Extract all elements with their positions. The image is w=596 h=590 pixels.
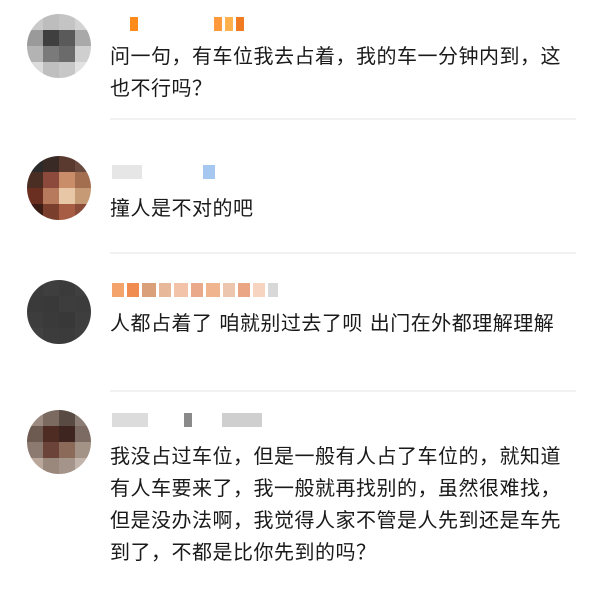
- avatar[interactable]: [27, 280, 91, 344]
- avatar[interactable]: [27, 156, 91, 220]
- avatar[interactable]: [27, 14, 91, 78]
- username-blurred[interactable]: [112, 163, 215, 181]
- comment-item: 人都占着了 咱就别过去了呗 出门在外都理解理解: [0, 265, 596, 395]
- comment-text: 人都占着了 咱就别过去了呗 出门在外都理解理解: [110, 311, 555, 335]
- username-blurred[interactable]: [112, 281, 278, 299]
- avatar[interactable]: [27, 410, 91, 474]
- divider: [110, 118, 576, 120]
- divider: [110, 252, 576, 254]
- comment-item: 撞人是不对的吧: [0, 140, 596, 260]
- username-blurred[interactable]: [130, 15, 244, 33]
- comment-text: 问一句，有车位我去占着，我的车一分钟内到，这也不行吗？: [110, 44, 561, 100]
- username-blurred[interactable]: [112, 411, 262, 429]
- comment-item: 问一句，有车位我去占着，我的车一分钟内到，这也不行吗？: [0, 0, 596, 140]
- divider: [110, 390, 576, 392]
- comment-text: 我没占过车位，但是一般有人占了车位的，就知道有人车要来了，我一般就再找别的，虽然…: [110, 444, 561, 564]
- comment-text: 撞人是不对的吧: [110, 196, 254, 220]
- comment-item: 我没占过车位，但是一般有人占了车位的，就知道有人车要来了，我一般就再找别的，虽然…: [0, 395, 596, 590]
